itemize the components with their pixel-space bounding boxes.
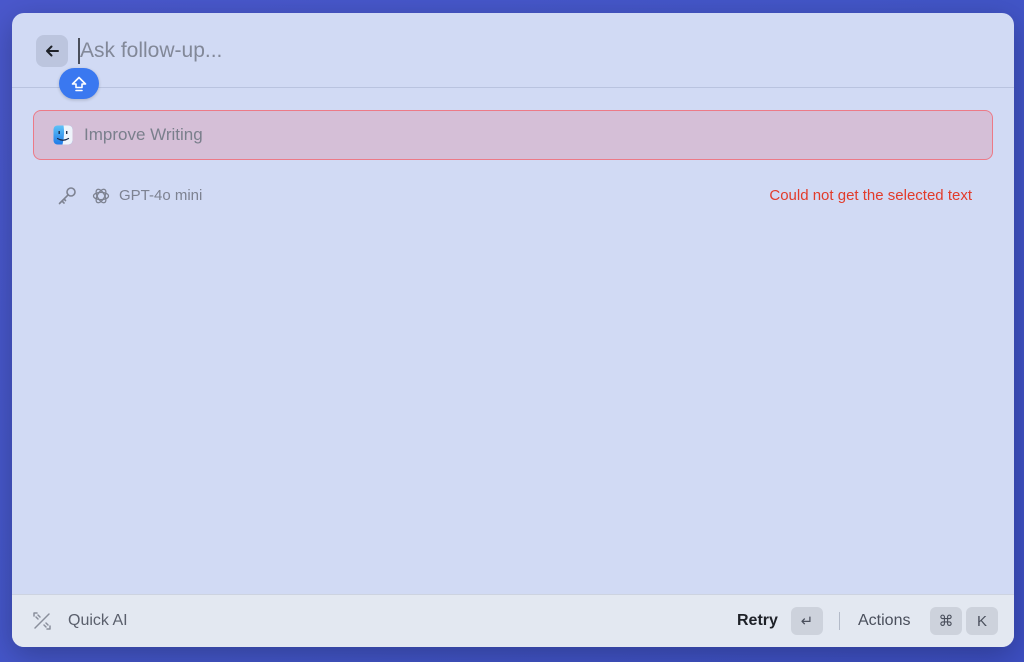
action-bar: Quick AI Retry ↵ Actions ⌘ K [12,594,1014,647]
enter-key-hint: ↵ [791,607,823,635]
command-key-hint: ⌘ [930,607,962,635]
retry-button[interactable]: Retry [737,612,778,630]
command-item-improve-writing[interactable]: Improve Writing [33,110,993,160]
openai-icon [92,188,110,204]
error-message: Could not get the selected text [769,187,972,204]
footer-divider [839,612,840,630]
quick-ai-icon [33,612,51,630]
shift-key-badge [59,68,99,99]
k-key-hint: K [966,607,998,635]
shift-up-arrow-icon [71,76,87,91]
response-meta-row: GPT-4o mini Could not get the selected t… [12,183,1014,209]
back-button[interactable] [36,35,68,67]
finder-icon [53,125,73,145]
search-header [12,13,1014,88]
model-label: GPT-4o mini [119,187,203,204]
follow-up-input[interactable] [78,33,958,69]
quick-ai-window: Improve Writing GPT-4o mini Could not ge… [12,13,1014,647]
actions-button[interactable]: Actions [858,612,910,630]
command-label: Improve Writing [84,125,203,144]
app-name: Quick AI [68,612,128,629]
arrow-left-icon [46,45,59,57]
key-icon [58,187,76,205]
